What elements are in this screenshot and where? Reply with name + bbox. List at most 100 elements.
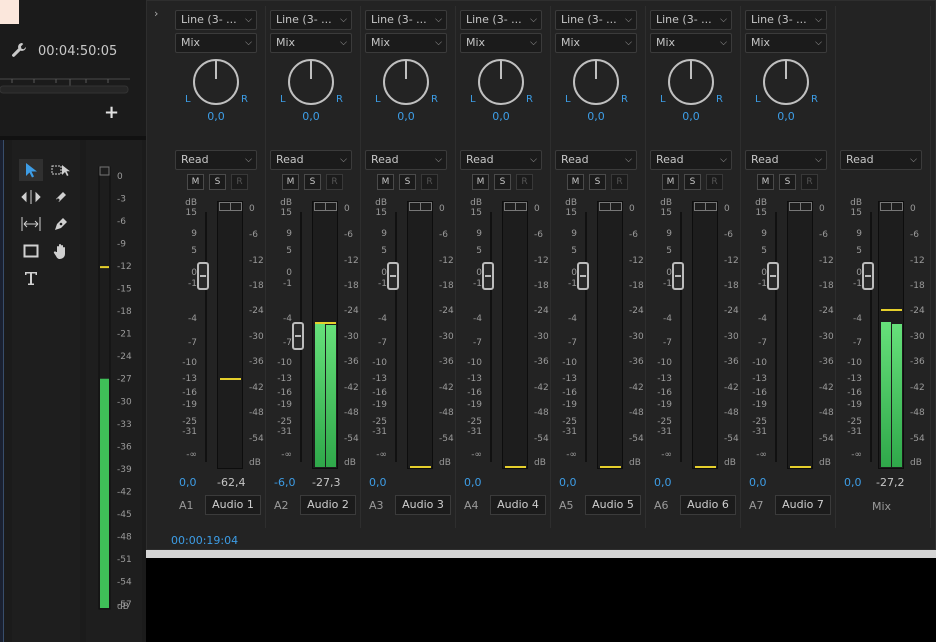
clip-indicator-right[interactable]	[515, 202, 527, 211]
type-tool-icon[interactable]	[19, 267, 43, 289]
solo-button[interactable]: S	[779, 174, 796, 190]
track-input-dropdown[interactable]: Line (3- ... ⌵	[745, 10, 827, 30]
mute-button[interactable]: M	[662, 174, 679, 190]
track-input-dropdown[interactable]: Line (3- ... ⌵	[555, 10, 637, 30]
volume-value[interactable]: 0,0	[369, 476, 387, 489]
volume-value[interactable]: 0,0	[464, 476, 482, 489]
panel-scrollbar[interactable]	[146, 550, 936, 558]
track-output-dropdown[interactable]: Mix ⌵	[650, 33, 732, 53]
automation-mode-dropdown[interactable]: Read ⌵	[365, 150, 447, 170]
pan-knob[interactable]	[763, 59, 809, 105]
track-input-dropdown[interactable]: Line (3- ... ⌵	[270, 10, 352, 30]
volume-fader-handle[interactable]	[482, 262, 494, 290]
track-select-forward-icon[interactable]	[49, 159, 73, 181]
pan-knob[interactable]	[668, 59, 714, 105]
automation-mode-dropdown[interactable]: Read ⌵	[175, 150, 257, 170]
track-name[interactable]: Audio 3	[395, 495, 451, 515]
volume-fader-handle[interactable]	[387, 262, 399, 290]
pan-knob[interactable]	[193, 59, 239, 105]
track-name[interactable]: Audio 5	[585, 495, 641, 515]
pan-value[interactable]: 0,0	[671, 110, 711, 123]
clip-indicator[interactable]	[99, 166, 110, 176]
track-output-dropdown[interactable]: Mix ⌵	[745, 33, 827, 53]
volume-fader-track[interactable]	[870, 212, 872, 462]
solo-button[interactable]: S	[399, 174, 416, 190]
volume-fader-track[interactable]	[395, 212, 397, 462]
track-name[interactable]: Audio 2	[300, 495, 356, 515]
volume-fader-track[interactable]	[205, 212, 207, 462]
volume-fader-track[interactable]	[490, 212, 492, 462]
wrench-icon[interactable]	[11, 42, 27, 62]
record-button[interactable]: R	[516, 174, 533, 190]
volume-fader-track[interactable]	[775, 212, 777, 462]
mute-button[interactable]: M	[187, 174, 204, 190]
record-button[interactable]: R	[611, 174, 628, 190]
clip-indicator-right[interactable]	[610, 202, 622, 211]
record-button[interactable]: R	[421, 174, 438, 190]
track-output-dropdown[interactable]: Mix ⌵	[175, 33, 257, 53]
volume-fader-handle[interactable]	[672, 262, 684, 290]
track-input-dropdown[interactable]: Line (3- ... ⌵	[365, 10, 447, 30]
pan-value[interactable]: 0,0	[196, 110, 236, 123]
clip-indicator-right[interactable]	[325, 202, 337, 211]
track-output-dropdown[interactable]: Mix ⌵	[270, 33, 352, 53]
mute-button[interactable]: M	[757, 174, 774, 190]
record-button[interactable]: R	[231, 174, 248, 190]
timeline-ruler[interactable]	[0, 76, 130, 94]
volume-value[interactable]: -6,0	[274, 476, 295, 489]
clip-indicator-right[interactable]	[800, 202, 812, 211]
razor-tool-icon[interactable]	[49, 186, 73, 208]
track-input-dropdown[interactable]: Line (3- ... ⌵	[650, 10, 732, 30]
volume-fader-handle[interactable]	[862, 262, 874, 290]
pan-knob[interactable]	[573, 59, 619, 105]
volume-fader-handle[interactable]	[292, 322, 304, 350]
mute-button[interactable]: M	[377, 174, 394, 190]
pan-value[interactable]: 0,0	[576, 110, 616, 123]
add-button[interactable]: +	[104, 104, 119, 122]
ripple-edit-tool-icon[interactable]	[19, 186, 43, 208]
pan-knob[interactable]	[478, 59, 524, 105]
solo-button[interactable]: S	[494, 174, 511, 190]
automation-mode-dropdown[interactable]: Read ⌵	[270, 150, 352, 170]
volume-fader-handle[interactable]	[197, 262, 209, 290]
track-name[interactable]: Audio 7	[775, 495, 831, 515]
clip-indicator-right[interactable]	[891, 202, 903, 211]
mute-button[interactable]: M	[472, 174, 489, 190]
solo-button[interactable]: S	[304, 174, 321, 190]
volume-value[interactable]: 0,0	[749, 476, 767, 489]
mute-button[interactable]: M	[567, 174, 584, 190]
pan-value[interactable]: 0,0	[386, 110, 426, 123]
track-output-dropdown[interactable]: Mix ⌵	[460, 33, 542, 53]
pan-value[interactable]: 0,0	[291, 110, 331, 123]
slip-tool-icon[interactable]	[19, 213, 43, 235]
automation-mode-dropdown[interactable]: Read ⌵	[745, 150, 827, 170]
pan-knob[interactable]	[383, 59, 429, 105]
hand-tool-icon[interactable]	[49, 240, 73, 262]
track-input-dropdown[interactable]: Line (3- ... ⌵	[460, 10, 542, 30]
pan-value[interactable]: 0,0	[481, 110, 521, 123]
automation-mode-dropdown[interactable]: Read ⌵	[840, 150, 922, 170]
clip-indicator-right[interactable]	[230, 202, 242, 211]
record-button[interactable]: R	[326, 174, 343, 190]
timeline-timecode[interactable]: 00:04:50:05	[38, 44, 117, 59]
mute-button[interactable]: M	[282, 174, 299, 190]
pan-value[interactable]: 0,0	[766, 110, 806, 123]
track-name[interactable]: Audio 4	[490, 495, 546, 515]
mixer-timecode[interactable]: 00:00:19:04	[171, 534, 238, 547]
clip-indicator-right[interactable]	[705, 202, 717, 211]
record-button[interactable]: R	[801, 174, 818, 190]
volume-fader-track[interactable]	[680, 212, 682, 462]
volume-fader-track[interactable]	[585, 212, 587, 462]
volume-value[interactable]: 0,0	[654, 476, 672, 489]
pen-tool-icon[interactable]	[49, 213, 73, 235]
volume-value[interactable]: 0,0	[844, 476, 862, 489]
selection-tool-icon[interactable]	[19, 159, 43, 181]
pan-knob[interactable]	[288, 59, 334, 105]
solo-button[interactable]: S	[209, 174, 226, 190]
track-output-dropdown[interactable]: Mix ⌵	[555, 33, 637, 53]
volume-fader-handle[interactable]	[577, 262, 589, 290]
volume-fader-handle[interactable]	[767, 262, 779, 290]
volume-value[interactable]: 0,0	[179, 476, 197, 489]
track-input-dropdown[interactable]: Line (3- ... ⌵	[175, 10, 257, 30]
track-name[interactable]: Audio 1	[205, 495, 261, 515]
